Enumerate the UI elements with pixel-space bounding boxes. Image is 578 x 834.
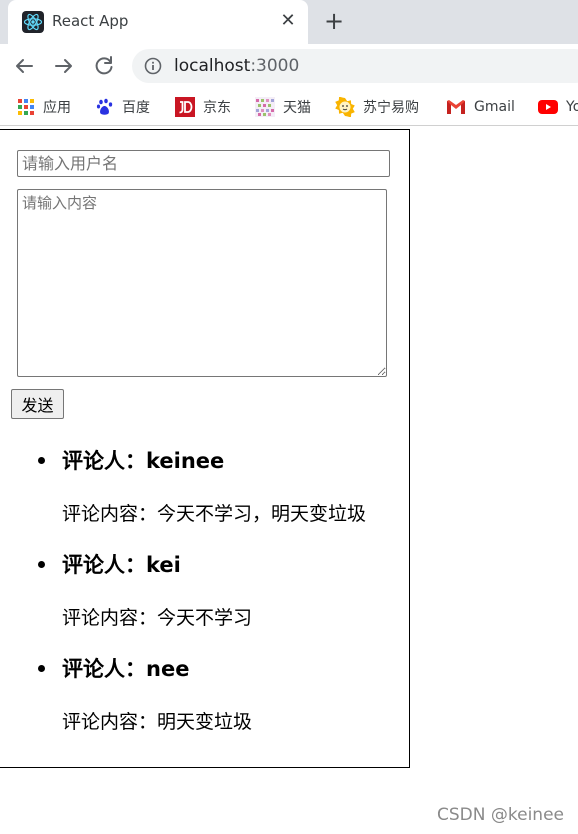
back-button[interactable] (10, 52, 38, 80)
bullet-icon (38, 457, 45, 464)
tab-react-app[interactable]: React App ✕ (8, 0, 308, 44)
browser-toolbar: localhost:3000 (0, 44, 578, 88)
react-logo-icon (22, 11, 44, 33)
comment-item: 评论人：nee 评论内容：明天变垃圾 (0, 643, 409, 747)
bookmark-baidu[interactable]: 百度 (96, 96, 150, 118)
bookmark-label: 百度 (122, 100, 150, 116)
bookmark-label: 应用 (43, 100, 71, 116)
bullet-icon (38, 665, 45, 672)
bookmark-label: 京东 (203, 100, 231, 116)
send-button[interactable]: 发送 (11, 389, 64, 419)
suning-logo-icon (335, 97, 355, 117)
bullet-icon (38, 561, 45, 568)
tab-title: React App (52, 12, 129, 30)
baidu-paw-icon (96, 98, 113, 115)
tab-strip: React App ✕ + (0, 0, 578, 44)
bookmark-jd[interactable]: 京东 (175, 96, 231, 118)
comment-author: 评论人：kei (62, 553, 181, 577)
arrow-left-icon (16, 59, 33, 73)
bookmark-gmail[interactable]: Gmail (446, 96, 515, 118)
address-bar[interactable]: localhost:3000 (132, 49, 578, 83)
bookmark-label: Yo (566, 99, 578, 115)
bookmark-tmall[interactable]: 天猫 (255, 96, 311, 118)
bookmark-apps[interactable]: 应用 (17, 96, 71, 118)
info-icon[interactable] (144, 57, 162, 75)
bookmark-suning[interactable]: 苏宁易购 (335, 96, 419, 118)
comment-content: 评论内容：明天变垃圾 (62, 711, 253, 733)
url-host: localhost (174, 56, 251, 76)
comment-author: 评论人：keinee (62, 449, 225, 473)
comment-app: 发送 评论人：keinee 评论内容：今天不学习，明天变垃圾 评论人：kei 评… (0, 129, 410, 768)
close-tab-icon[interactable]: ✕ (276, 9, 300, 33)
bookmark-youtube[interactable]: Yo (538, 96, 578, 118)
new-tab-button[interactable]: + (320, 8, 348, 36)
tmall-logo-icon (255, 97, 275, 117)
reload-button[interactable] (90, 52, 118, 80)
username-input[interactable] (17, 150, 390, 177)
forward-button[interactable] (50, 52, 78, 80)
apps-grid-icon (18, 99, 34, 115)
arrow-right-icon (55, 59, 72, 73)
bookmark-label: 天猫 (283, 100, 311, 116)
comment-content: 评论内容：今天不学习 (62, 607, 253, 629)
comment-author: 评论人：nee (62, 657, 190, 681)
gmail-logo-icon (447, 100, 465, 114)
comment-content-textarea[interactable] (17, 189, 387, 377)
url-port: :3000 (250, 56, 300, 76)
comment-item: 评论人：kei 评论内容：今天不学习 (0, 539, 409, 643)
bookmarks-bar: 应用 百度 京东 天猫 苏宁易购 Gmail Y (0, 88, 578, 126)
url-text: localhost:3000 (174, 56, 299, 76)
watermark: CSDN @keinee (437, 805, 564, 825)
bookmark-label: 苏宁易购 (363, 100, 419, 116)
bookmark-label: Gmail (474, 99, 515, 115)
reload-icon (95, 56, 113, 75)
comment-list: 评论人：keinee 评论内容：今天不学习，明天变垃圾 评论人：kei 评论内容… (0, 435, 409, 747)
comment-content: 评论内容：今天不学习，明天变垃圾 (62, 503, 367, 525)
jd-logo-icon (175, 97, 195, 117)
youtube-logo-icon (538, 100, 558, 114)
comment-item: 评论人：keinee 评论内容：今天不学习，明天变垃圾 (0, 435, 409, 539)
